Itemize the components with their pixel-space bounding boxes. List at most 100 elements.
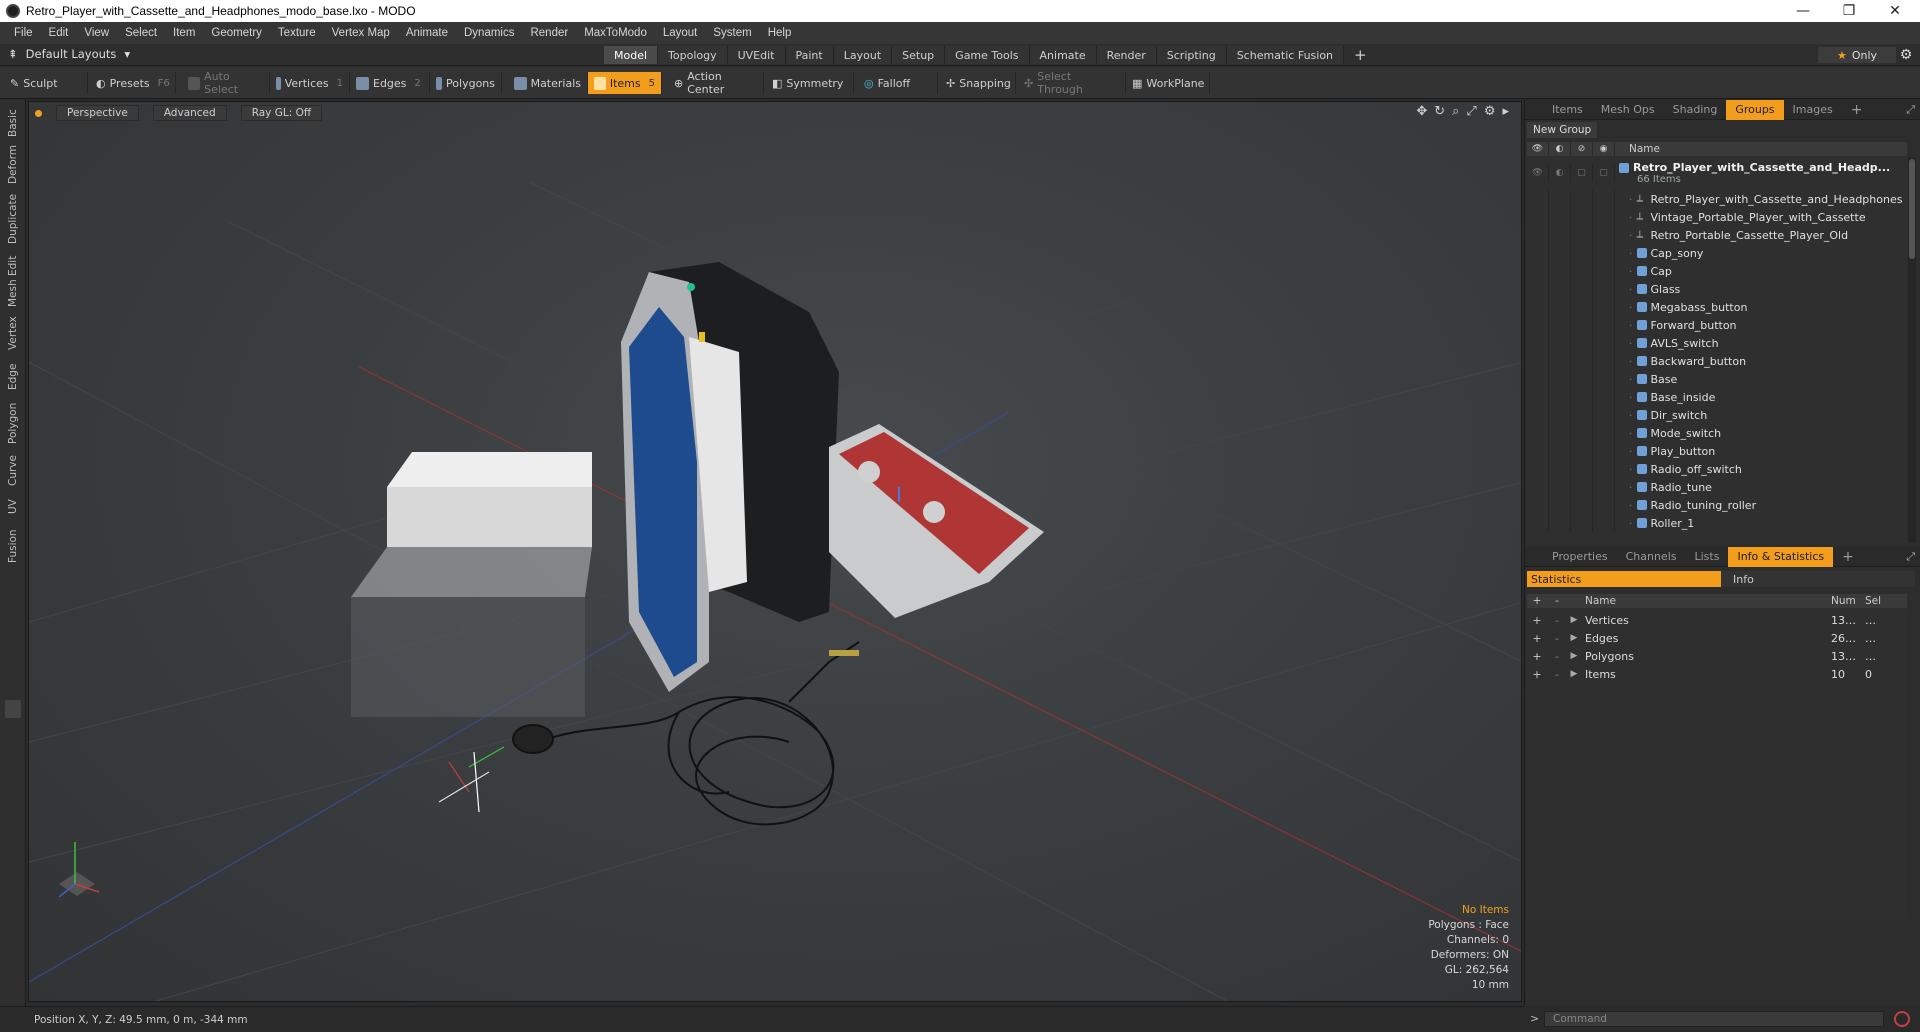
tree-cell[interactable] — [1571, 262, 1593, 280]
tree-item-row[interactable]: · ⟂ Retro_Portable_Cassette_Player_Old — [1527, 226, 1907, 244]
tree-cell[interactable] — [1527, 514, 1549, 532]
select-toggle-icon[interactable]: ▢ — [1593, 164, 1615, 182]
raygl-button[interactable]: Ray GL: Off — [240, 105, 323, 121]
tree-cell[interactable] — [1593, 262, 1615, 280]
auto-select-button[interactable]: Auto Select — [182, 70, 270, 96]
tree-cell[interactable] — [1527, 190, 1549, 208]
tab-items[interactable]: Items — [1543, 100, 1592, 120]
menu-layout[interactable]: Layout — [655, 27, 706, 39]
tree-cell[interactable] — [1549, 280, 1571, 298]
add-tab-icon[interactable]: + — [1842, 100, 1872, 120]
statistics-subtab[interactable]: Statistics — [1527, 571, 1721, 587]
tree-cell[interactable] — [1571, 406, 1593, 424]
menu-vertex-map[interactable]: Vertex Map — [324, 27, 398, 39]
vtab-duplicate[interactable]: Duplicate — [3, 192, 23, 246]
tab-channels[interactable]: Channels — [1617, 547, 1686, 567]
advanced-button[interactable]: Advanced — [152, 105, 227, 121]
tree-cell[interactable] — [1527, 298, 1549, 316]
3d-viewport[interactable]: Perspective Advanced Ray GL: Off ✥ ↻ ⌕ ⤢… — [28, 101, 1522, 1002]
stats-row-vertices[interactable]: + - ▶ Vertices 13… … — [1527, 611, 1907, 629]
tree-cell[interactable] — [1571, 352, 1593, 370]
remove-icon[interactable]: - — [1547, 632, 1567, 645]
tree-cell[interactable] — [1593, 496, 1615, 514]
tree-item-row[interactable]: · Play_button — [1527, 442, 1907, 460]
falloff-button[interactable]: ◎ Falloff — [858, 72, 938, 94]
maximize-panel-icon[interactable]: ⤢ — [1906, 103, 1915, 117]
select-col-icon[interactable]: ◉ — [1593, 142, 1615, 156]
tree-cell[interactable] — [1571, 514, 1593, 532]
tree-cell[interactable] — [1527, 226, 1549, 244]
tree-cell[interactable] — [1571, 226, 1593, 244]
tree-cell[interactable] — [1593, 280, 1615, 298]
tree-cell[interactable] — [1571, 280, 1593, 298]
tree-item-row[interactable]: · ⟂ Vintage_Portable_Player_with_Cassette — [1527, 208, 1907, 226]
maximize-panel-icon[interactable]: ⤢ — [1906, 550, 1915, 564]
tree-cell[interactable] — [1571, 460, 1593, 478]
command-input[interactable]: Command — [1544, 1011, 1884, 1027]
remove-icon[interactable]: - — [1547, 650, 1567, 663]
expand-arrow-icon[interactable]: ▶ — [1567, 615, 1581, 625]
polygons-button[interactable]: Polygons — [430, 72, 502, 94]
menu-edit[interactable]: Edit — [41, 27, 77, 39]
add-icon[interactable]: + — [1527, 614, 1547, 627]
name-column-header[interactable]: Name — [1615, 143, 1660, 155]
only-button[interactable]: ★ Only — [1818, 47, 1896, 63]
tree-cell[interactable] — [1527, 388, 1549, 406]
tab-mesh-ops[interactable]: Mesh Ops — [1592, 100, 1664, 120]
vtab-vertex[interactable]: Vertex — [3, 314, 23, 352]
add-tab-icon[interactable]: + — [1833, 547, 1863, 567]
expand-arrow-icon[interactable]: ▶ — [1567, 651, 1581, 661]
menu-file[interactable]: File — [6, 27, 41, 39]
tree-cell[interactable] — [1593, 406, 1615, 424]
tab-uvedit[interactable]: UVEdit — [727, 46, 786, 64]
sculpt-button[interactable]: ✎ Sculpt — [4, 72, 88, 94]
tree-item-row[interactable]: · Cap_sony — [1527, 244, 1907, 262]
tab-model[interactable]: Model — [604, 46, 659, 64]
tree-cell[interactable] — [1593, 478, 1615, 496]
tab-info-statistics[interactable]: Info & Statistics — [1728, 546, 1834, 567]
layout-selector[interactable]: ⇞ Default Layouts ▾ — [8, 47, 130, 61]
tree-cell[interactable] — [1593, 334, 1615, 352]
tree-item-row[interactable]: · Mode_switch — [1527, 424, 1907, 442]
tree-cell[interactable] — [1571, 298, 1593, 316]
menu-item[interactable]: Item — [165, 27, 203, 39]
expand-arrow-icon[interactable]: ▸ — [1502, 104, 1509, 119]
edges-button[interactable]: Edges 2 — [350, 72, 430, 94]
scrollbar-thumb[interactable] — [1909, 159, 1915, 259]
tree-cell[interactable] — [1593, 298, 1615, 316]
perspective-button[interactable]: Perspective — [56, 105, 139, 121]
maximize-button[interactable]: ❐ — [1826, 0, 1872, 22]
tree-cell[interactable] — [1571, 208, 1593, 226]
vertices-button[interactable]: Vertices 1 — [270, 72, 350, 94]
tab-game-tools[interactable]: Game Tools — [945, 46, 1030, 64]
tree-cell[interactable] — [1527, 442, 1549, 460]
tree-cell[interactable] — [1527, 208, 1549, 226]
fit-icon[interactable]: ⤢ — [1466, 104, 1476, 119]
tree-cell[interactable] — [1593, 244, 1615, 262]
tree-cell[interactable] — [1527, 460, 1549, 478]
tree-item-row[interactable]: · Base — [1527, 370, 1907, 388]
vtab-deform[interactable]: Deform — [3, 144, 23, 184]
minimize-button[interactable]: — — [1780, 0, 1826, 22]
tree-cell[interactable] — [1593, 442, 1615, 460]
lock-col-icon[interactable]: ⊘ — [1571, 142, 1593, 156]
expand-arrow-icon[interactable]: ▶ — [1567, 633, 1581, 643]
tree-cell[interactable] — [1549, 298, 1571, 316]
tree-cell[interactable] — [1527, 496, 1549, 514]
tree-item-row[interactable]: · Cap — [1527, 262, 1907, 280]
render-col-icon[interactable]: ◐ — [1549, 142, 1571, 156]
gear-icon[interactable]: ⚙ — [1896, 47, 1916, 63]
tab-lists[interactable]: Lists — [1686, 547, 1729, 567]
expand-arrow-icon[interactable]: ▶ — [1567, 669, 1581, 679]
items-button[interactable]: Items 5 — [588, 72, 662, 94]
menu-geometry[interactable]: Geometry — [203, 27, 270, 39]
vtab-basic[interactable]: Basic — [3, 106, 23, 140]
tree-item-row[interactable]: · Base_inside — [1527, 388, 1907, 406]
close-button[interactable]: ✕ — [1872, 0, 1918, 22]
tree-item-row[interactable]: · Radio_tuning_roller — [1527, 496, 1907, 514]
visibility-toggle-icon[interactable]: 👁 — [1527, 164, 1549, 182]
tree-cell[interactable] — [1527, 370, 1549, 388]
remove-icon[interactable]: - — [1547, 614, 1567, 627]
add-icon[interactable]: + — [1527, 650, 1547, 663]
stats-row-edges[interactable]: + - ▶ Edges 26… … — [1527, 629, 1907, 647]
